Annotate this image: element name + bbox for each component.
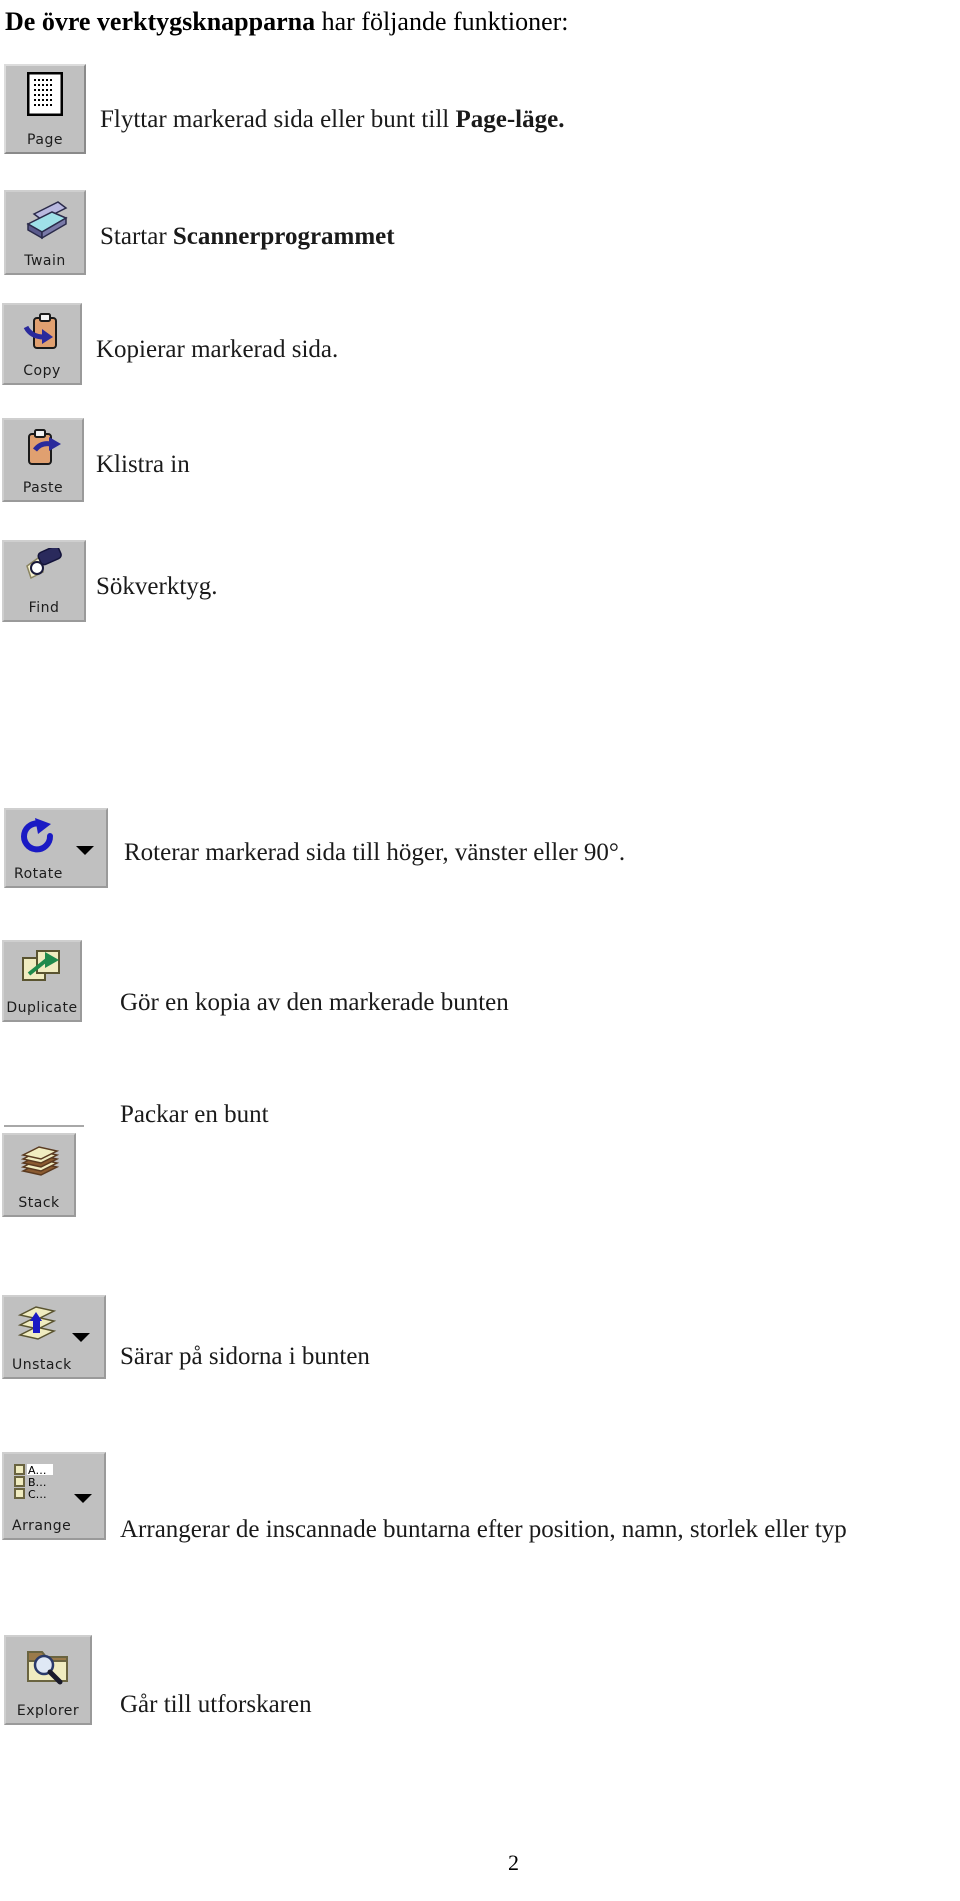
scanner-icon xyxy=(6,198,84,240)
description-stack: Packar en bunt xyxy=(120,1100,269,1130)
button-label-twain: Twain xyxy=(24,253,66,269)
toolbar-button-arrange[interactable]: A… B… C… Arrange xyxy=(2,1452,106,1540)
description-page-bold: Page-läge. xyxy=(455,106,565,133)
description-duplicate: Gör en kopia av den markerade bunten xyxy=(120,988,509,1018)
page-document-icon xyxy=(6,72,84,116)
button-label-find: Find xyxy=(28,600,60,616)
button-label-copy: Copy xyxy=(23,363,61,379)
rotate-dropdown-caret[interactable] xyxy=(76,846,94,855)
description-twain-plain: Startar xyxy=(100,223,173,250)
description-twain-bold: Scannerprogrammet xyxy=(172,223,395,250)
description-page-plain: Flyttar markerad sida eller bunt till xyxy=(100,106,456,133)
description-rotate: Roterar markerad sida till höger, vänste… xyxy=(124,838,625,868)
page-heading: De övre verktygsknapparna har följande f… xyxy=(5,5,925,39)
description-find-plain: Sökverktyg. xyxy=(96,573,218,600)
description-find: Sökverktyg. xyxy=(96,572,218,602)
description-copy-plain: Kopierar markerad sida. xyxy=(96,336,339,363)
toolbar-button-page[interactable]: Page xyxy=(4,64,86,154)
button-label-paste: Paste xyxy=(22,480,64,496)
description-paste: Klistra in xyxy=(96,450,190,480)
toolbar-button-explorer[interactable]: Explorer xyxy=(4,1635,92,1725)
stack-separator-line xyxy=(4,1125,84,1127)
toolbar-button-paste[interactable]: Paste xyxy=(2,418,84,502)
button-label-explorer: Explorer xyxy=(16,1703,80,1719)
toolbar-button-rotate[interactable]: Rotate xyxy=(4,808,108,888)
document-page: De övre verktygsknapparna har följande f… xyxy=(0,0,960,1901)
description-unstack-plain: Särar på sidorna i bunten xyxy=(120,1343,370,1370)
button-label-arrange: Arrange xyxy=(12,1518,72,1534)
description-explorer: Går till utforskaren xyxy=(120,1690,312,1720)
description-duplicate-plain: Gör en kopia av den markerade bunten xyxy=(120,989,509,1016)
toolbar-button-copy[interactable]: Copy xyxy=(2,303,82,385)
toolbar-button-unstack[interactable]: Unstack xyxy=(2,1295,106,1379)
description-page: Flyttar markerad sida eller bunt till Pa… xyxy=(100,105,564,135)
page-number: 2 xyxy=(508,1850,519,1875)
button-label-rotate: Rotate xyxy=(14,866,63,882)
toolbar-button-duplicate[interactable]: Duplicate xyxy=(2,940,82,1022)
button-label-stack: Stack xyxy=(18,1195,60,1211)
toolbar-button-twain[interactable]: Twain xyxy=(4,190,86,275)
description-paste-plain: Klistra in xyxy=(96,451,190,478)
unstack-dropdown-caret[interactable] xyxy=(72,1333,90,1342)
heading-rest-part: har följande funktioner: xyxy=(315,7,569,36)
description-unstack: Särar på sidorna i bunten xyxy=(120,1342,370,1372)
description-copy: Kopierar markerad sida. xyxy=(96,335,338,365)
button-label-page: Page xyxy=(27,132,63,148)
description-arrange: Arrangerar de inscannade buntarna efter … xyxy=(120,1515,847,1545)
description-twain: Startar Scannerprogrammet xyxy=(100,222,395,252)
description-explorer-plain: Går till utforskaren xyxy=(120,1691,312,1718)
flashlight-find-icon xyxy=(4,548,84,588)
arrange-dropdown-caret[interactable] xyxy=(74,1494,92,1503)
button-label-duplicate: Duplicate xyxy=(6,1000,78,1016)
button-label-unstack: Unstack xyxy=(12,1357,72,1373)
duplicate-pages-icon xyxy=(4,948,80,988)
clipboard-paste-icon xyxy=(4,426,82,468)
description-rotate-plain: Roterar markerad sida till höger, vänste… xyxy=(124,839,626,866)
description-stack-plain: Packar en bunt xyxy=(120,1101,269,1128)
toolbar-button-find[interactable]: Find xyxy=(2,540,86,622)
folder-search-icon xyxy=(6,1643,90,1687)
heading-bold-part: De övre verktygsknapparna xyxy=(5,7,316,36)
toolbar-button-stack[interactable]: Stack xyxy=(2,1133,76,1217)
clipboard-copy-icon xyxy=(4,311,80,353)
description-arrange-plain: Arrangerar de inscannade buntarna efter … xyxy=(120,1516,847,1543)
stack-papers-icon xyxy=(4,1141,74,1181)
svg-text:C…: C… xyxy=(28,1488,47,1501)
